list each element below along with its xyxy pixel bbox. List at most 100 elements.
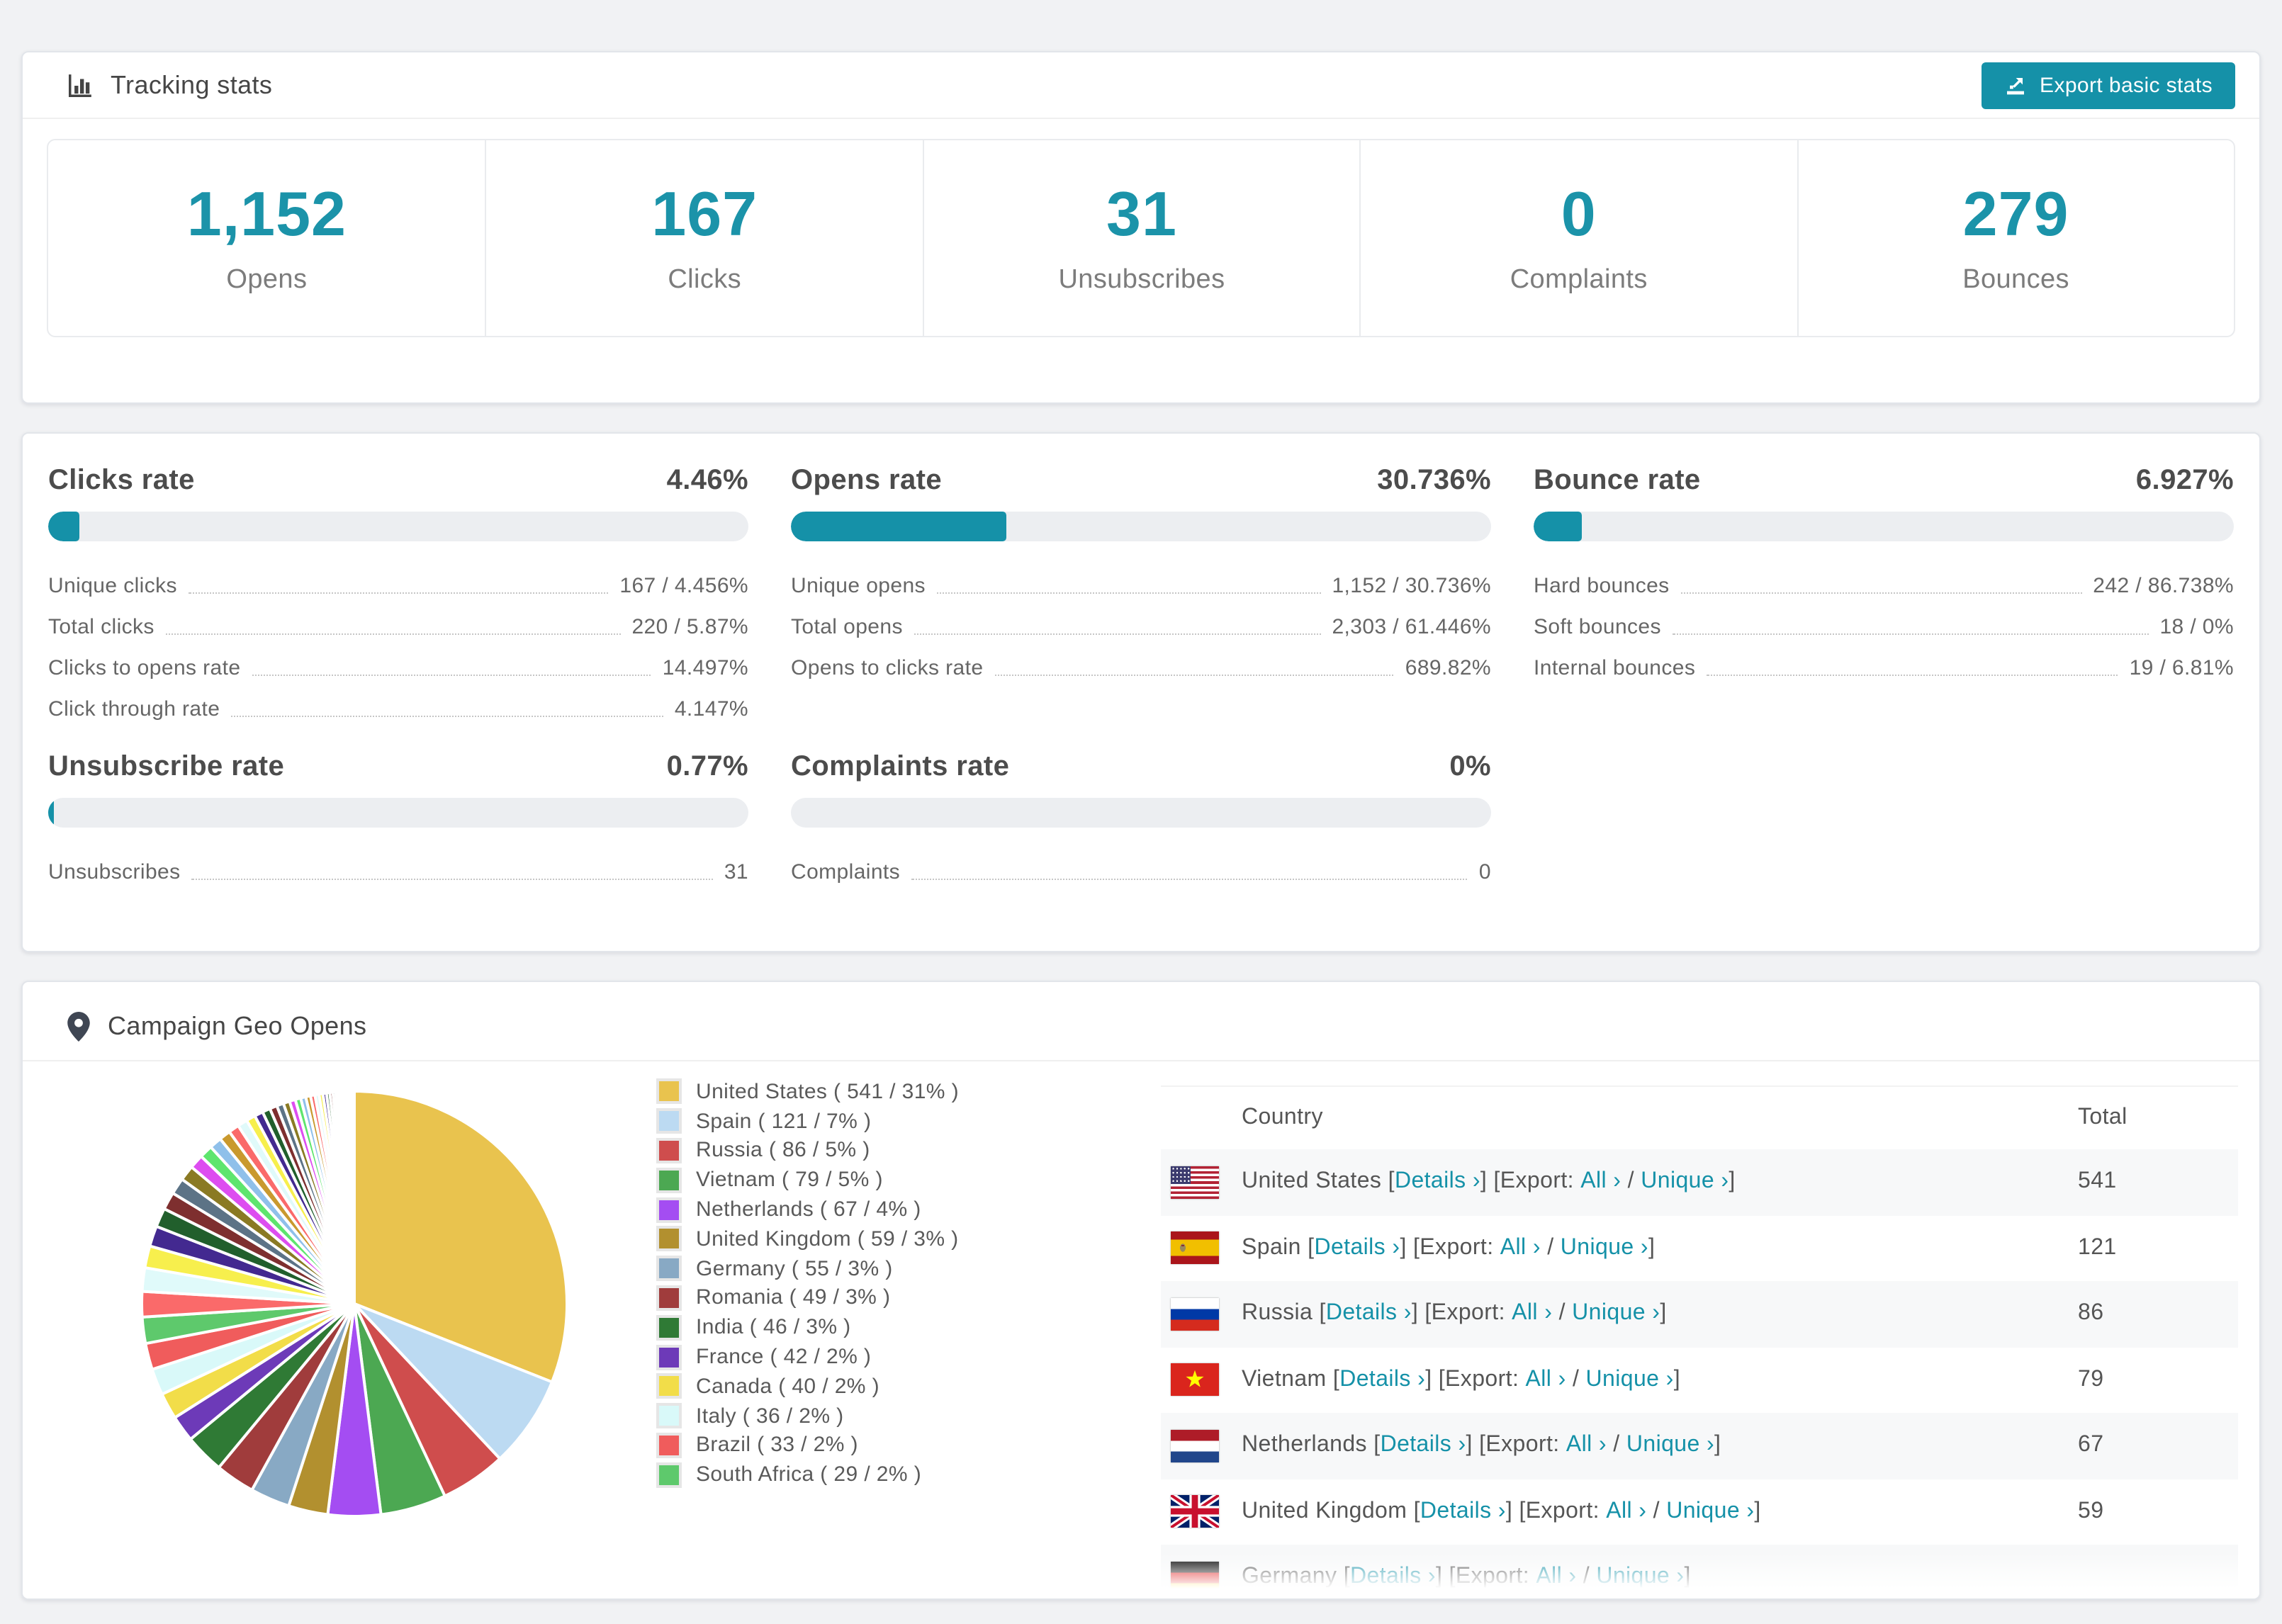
legend-item-canada[interactable]: Canada ( 40 / 2% ): [656, 1372, 959, 1402]
details-link[interactable]: Details ›: [1314, 1236, 1400, 1261]
rate-detail-row: Unique opens 1,152 / 30.736%: [791, 565, 1491, 607]
legend-item-netherlands[interactable]: Netherlands ( 67 / 4% ): [656, 1195, 959, 1224]
rate-value: 6.927%: [2135, 464, 2234, 495]
stat-label: Opens: [226, 265, 308, 295]
legend-item-brazil[interactable]: Brazil ( 33 / 2% ): [656, 1431, 959, 1460]
rate-head: Complaints rate 0%: [791, 750, 1491, 782]
export-basic-stats-button[interactable]: Export basic stats: [1982, 62, 2235, 108]
details-link[interactable]: Details ›: [1350, 1565, 1436, 1591]
legend-item-italy[interactable]: Italy ( 36 / 2% ): [656, 1402, 959, 1431]
export-all-link[interactable]: All ›: [1580, 1170, 1621, 1195]
rate-detail-value: 2,303 / 61.446%: [1332, 615, 1491, 639]
rate-detail-label: Complaints: [791, 860, 901, 884]
legend-item-germany[interactable]: Germany ( 55 / 3% ): [656, 1254, 959, 1284]
details-link[interactable]: Details ›: [1420, 1499, 1506, 1525]
export-all-link[interactable]: All ›: [1536, 1565, 1576, 1591]
rate-title: Unsubscribe rate: [48, 750, 285, 782]
details-link[interactable]: Details ›: [1339, 1368, 1425, 1393]
rate-head: Clicks rate 4.46%: [48, 464, 748, 496]
export-all-link[interactable]: All ›: [1500, 1236, 1541, 1261]
export-unique-link[interactable]: Unique ›: [1586, 1368, 1674, 1393]
export-unique-link[interactable]: Unique ›: [1666, 1499, 1754, 1525]
details-link[interactable]: Details ›: [1381, 1433, 1466, 1459]
legend-swatch: [656, 1256, 682, 1282]
rate-value: 0%: [1449, 750, 1491, 782]
table-row-united-states: United States [Details ›] [Export: All ›…: [1161, 1149, 2238, 1215]
country-name: Spain: [1242, 1235, 1308, 1260]
rate-detail-label: Unsubscribes: [48, 860, 181, 884]
total-cell: 121: [2078, 1235, 2117, 1260]
legend-label: Spain ( 121 / 7% ): [696, 1109, 872, 1134]
rate-detail-row: Complaints 0: [791, 852, 1491, 893]
geo-opens-pie-chart: [140, 1089, 569, 1518]
rate-detail-row: Soft bounces 18 / 0%: [1534, 607, 2234, 648]
flag-icon-nl: [1171, 1429, 1219, 1462]
rate-detail-value: 220 / 5.87%: [631, 615, 748, 639]
export-all-link[interactable]: All ›: [1512, 1302, 1552, 1327]
export-unique-link[interactable]: Unique ›: [1626, 1433, 1714, 1459]
legend-item-spain[interactable]: Spain ( 121 / 7% ): [656, 1107, 959, 1137]
stat-label: Complaints: [1510, 265, 1648, 295]
rate-progress-track: [48, 512, 748, 541]
rate-detail-label: Opens to clicks rate: [791, 656, 984, 680]
export-all-link[interactable]: All ›: [1566, 1433, 1607, 1459]
rate-progress-track: [791, 798, 1491, 828]
stat-label: Unsubscribes: [1058, 265, 1225, 295]
pie-slice-other[interactable]: [351, 1089, 356, 1305]
legend-label: Romania ( 49 / 3% ): [696, 1285, 891, 1310]
table-row-germany: Germany [Details ›] [Export: All › / Uni…: [1161, 1545, 2238, 1598]
legend-swatch: [656, 1373, 682, 1399]
rate-detail-label: Click through rate: [48, 697, 220, 721]
dotted-leader: [914, 633, 1321, 635]
legend-label: Netherlands ( 67 / 4% ): [696, 1197, 921, 1222]
stat-card-complaints: 0 Complaints: [1359, 140, 1797, 336]
stat-card-clicks: 167 Clicks: [485, 140, 923, 336]
stat-value: 0: [1561, 180, 1597, 249]
column-header-total: Total: [2078, 1105, 2128, 1129]
legend-item-south-africa[interactable]: South Africa ( 29 / 2% ): [656, 1460, 959, 1490]
export-unique-link[interactable]: Unique ›: [1641, 1170, 1729, 1195]
rate-detail-row: Click through rate 4.147%: [48, 689, 748, 730]
legend-item-india[interactable]: India ( 46 / 3% ): [656, 1313, 959, 1343]
stat-value: 31: [1106, 180, 1177, 249]
details-link[interactable]: Details ›: [1326, 1302, 1412, 1327]
legend-swatch: [656, 1314, 682, 1341]
legend-swatch: [656, 1403, 682, 1429]
rate-detail-label: Clicks to opens rate: [48, 656, 241, 680]
legend-item-united-states[interactable]: United States ( 541 / 31% ): [656, 1077, 959, 1107]
stat-card-bounces: 279 Bounces: [1797, 140, 2234, 336]
legend-item-vietnam[interactable]: Vietnam ( 79 / 5% ): [656, 1166, 959, 1195]
export-unique-link[interactable]: Unique ›: [1596, 1565, 1684, 1591]
details-link[interactable]: Details ›: [1395, 1170, 1480, 1195]
rate-detail-label: Internal bounces: [1534, 656, 1696, 680]
legend-swatch: [656, 1167, 682, 1193]
rate-detail-row: Opens to clicks rate 689.82%: [791, 648, 1491, 689]
export-all-link[interactable]: All ›: [1526, 1368, 1566, 1393]
rate-value: 0.77%: [666, 750, 748, 782]
dotted-leader: [191, 879, 713, 880]
legend-item-france[interactable]: France ( 42 / 2% ): [656, 1342, 959, 1372]
export-unique-link[interactable]: Unique ›: [1561, 1236, 1648, 1261]
column-header-country: Country: [1242, 1105, 1323, 1129]
export-icon: [2004, 74, 2027, 96]
table-row-spain: Spain [Details ›] [Export: All › / Uniqu…: [1161, 1215, 2238, 1281]
rate-card-bounce-rate: Bounce rate 6.927% Hard bounces 242 / 86…: [1534, 464, 2234, 730]
summary-stats-row: 1,152 Opens 167 Clicks 31 Unsubscribes 0 Co…: [47, 139, 2235, 337]
legend-label: United Kingdom ( 59 / 3% ): [696, 1227, 959, 1251]
tracking-stats-title-text: Tracking stats: [111, 70, 273, 98]
export-unique-link[interactable]: Unique ›: [1572, 1302, 1660, 1327]
legend-item-russia[interactable]: Russia ( 86 / 5% ): [656, 1136, 959, 1166]
legend-label: India ( 46 / 3% ): [696, 1315, 851, 1340]
rate-detail-label: Soft bounces: [1534, 615, 1661, 639]
legend-item-romania[interactable]: Romania ( 49 / 3% ): [656, 1283, 959, 1313]
export-all-link[interactable]: All ›: [1606, 1499, 1646, 1525]
country-name: Germany: [1242, 1564, 1344, 1589]
legend-item-united-kingdom[interactable]: United Kingdom ( 59 / 3% ): [656, 1224, 959, 1254]
rate-title: Complaints rate: [791, 750, 1010, 782]
legend-swatch: [656, 1226, 682, 1252]
flag-icon-de: [1171, 1561, 1219, 1594]
rate-detail-row: Hard bounces 242 / 86.738%: [1534, 565, 2234, 607]
rate-progress-track: [791, 512, 1491, 541]
rate-card-unsubscribe-rate: Unsubscribe rate 0.77% Unsubscribes 31: [48, 750, 748, 893]
legend-swatch: [656, 1108, 682, 1134]
